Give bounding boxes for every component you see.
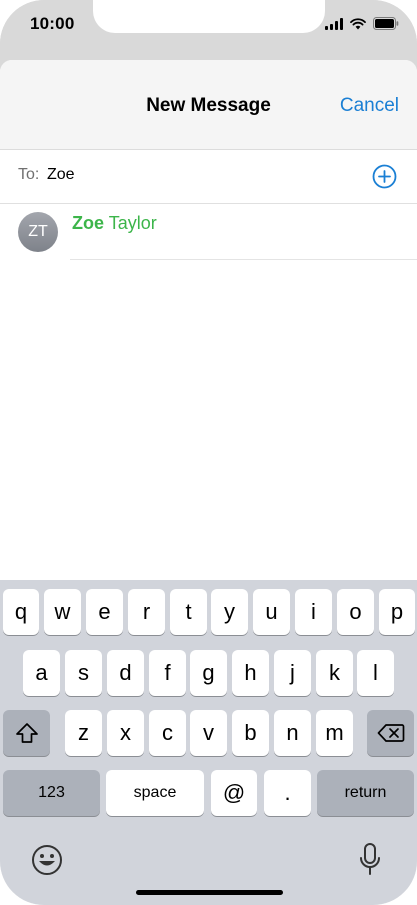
dictation-button[interactable]	[356, 842, 384, 878]
recipient-input[interactable]	[47, 166, 347, 184]
key-s[interactable]: s	[65, 650, 102, 696]
cancel-button[interactable]: Cancel	[340, 95, 399, 117]
avatar: ZT	[18, 212, 58, 252]
contact-suggestion[interactable]: ZT Zoe Taylor	[0, 204, 417, 260]
key-w[interactable]: w	[44, 589, 81, 635]
backspace-icon	[377, 724, 404, 742]
key-g[interactable]: g	[190, 650, 227, 696]
key-r[interactable]: r	[128, 589, 165, 635]
key-a[interactable]: a	[23, 650, 60, 696]
key-o[interactable]: o	[337, 589, 374, 635]
key-v[interactable]: v	[190, 710, 227, 756]
status-time: 10:00	[30, 14, 75, 33]
key-x[interactable]: x	[107, 710, 144, 756]
at-key[interactable]: @	[211, 770, 257, 816]
key-p[interactable]: p	[379, 589, 415, 635]
add-contact-button[interactable]	[372, 164, 397, 189]
key-z[interactable]: z	[65, 710, 102, 756]
emoji-icon	[32, 845, 62, 875]
status-icons	[325, 17, 399, 30]
wifi-icon	[350, 17, 366, 30]
home-indicator[interactable]	[136, 890, 283, 895]
key-t[interactable]: t	[170, 589, 207, 635]
key-y[interactable]: y	[211, 589, 248, 635]
plus-circle-icon	[372, 164, 397, 189]
return-key[interactable]: return	[317, 770, 414, 816]
key-h[interactable]: h	[232, 650, 269, 696]
dot-key[interactable]: .	[264, 770, 311, 816]
key-b[interactable]: b	[232, 710, 269, 756]
key-u[interactable]: u	[253, 589, 290, 635]
shift-key[interactable]	[3, 710, 50, 756]
key-q[interactable]: q	[3, 589, 39, 635]
backspace-key[interactable]	[367, 710, 414, 756]
suggestion-match: Zoe	[72, 213, 105, 233]
key-j[interactable]: j	[274, 650, 311, 696]
signal-icon	[325, 17, 343, 30]
key-n[interactable]: n	[274, 710, 311, 756]
key-k[interactable]: k	[316, 650, 353, 696]
recipient-row: To:	[0, 150, 417, 204]
microphone-icon	[360, 843, 380, 875]
emoji-button[interactable]	[30, 843, 64, 877]
navigation-bar: New Message Cancel	[0, 60, 417, 150]
numbers-key[interactable]: 123	[3, 770, 100, 816]
key-m[interactable]: m	[316, 710, 353, 756]
key-d[interactable]: d	[107, 650, 144, 696]
space-key[interactable]: space	[106, 770, 204, 816]
divider	[70, 259, 417, 260]
key-l[interactable]: l	[357, 650, 394, 696]
suggestion-rest: Taylor	[104, 213, 157, 233]
keyboard: q w e r t y u i o p a s d f g h j k l z …	[0, 580, 417, 905]
battery-icon	[373, 17, 399, 30]
shift-icon	[15, 723, 38, 743]
key-f[interactable]: f	[149, 650, 186, 696]
to-label: To:	[18, 166, 40, 183]
phone-screen: 10:00 New Message Cancel To: Zoe ZT Zoe …	[0, 0, 417, 905]
suggestion-name: Zoe Taylor	[72, 213, 157, 234]
key-i[interactable]: i	[295, 589, 332, 635]
notch	[93, 0, 325, 33]
status-bar: 10:00	[0, 0, 417, 60]
key-e[interactable]: e	[86, 589, 123, 635]
key-c[interactable]: c	[149, 710, 186, 756]
